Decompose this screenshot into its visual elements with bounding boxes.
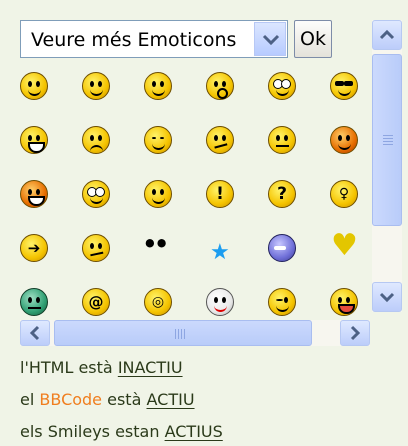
- bbcode-status: el BBCode està ACTIU: [20, 390, 195, 409]
- emoticon-panel: Veure més Emoticons Ok ! ? ♀ ➔ ꔷꔷ ★ ♥ @ …: [4, 2, 404, 348]
- emoticon-mad[interactable]: [20, 180, 48, 208]
- scroll-up-button[interactable]: [372, 20, 402, 50]
- ok-button[interactable]: Ok: [294, 20, 332, 58]
- emoticon-angry[interactable]: [82, 126, 110, 154]
- scroll-down-button[interactable]: [372, 282, 402, 312]
- horizontal-scrollbar[interactable]: [20, 320, 370, 346]
- scrollbar-corner: [372, 320, 402, 346]
- emoticon-arrow[interactable]: ➔: [20, 234, 48, 262]
- grip-icon: [383, 135, 393, 147]
- chevron-up-icon: [379, 29, 395, 40]
- bbcode-status-prefix: el: [20, 390, 35, 409]
- emoticon-heart[interactable]: ♥: [331, 231, 358, 261]
- chevron-left-icon: [29, 325, 40, 341]
- chevron-right-icon: [350, 325, 361, 341]
- smileys-status-link[interactable]: ACTIUS: [165, 422, 223, 441]
- emoticon-exclaim[interactable]: !: [206, 180, 234, 208]
- emoticon-cool[interactable]: [330, 72, 358, 100]
- grip-icon: [175, 329, 185, 339]
- emoticon-geek[interactable]: ꔷꔷ: [144, 232, 167, 256]
- emoticon-neutral[interactable]: [268, 126, 296, 154]
- emoticon-smile2[interactable]: [144, 180, 172, 208]
- emoticon-laugh[interactable]: [144, 72, 172, 100]
- smileys-status: els Smileys estan ACTIUS: [20, 422, 223, 441]
- html-status-prefix: l'HTML està: [20, 358, 113, 377]
- bbcode-name[interactable]: BBCode: [39, 390, 102, 409]
- emoticon-alien[interactable]: @: [82, 288, 110, 316]
- emoticon-select[interactable]: Veure més Emoticons: [20, 20, 288, 58]
- emoticon-idea[interactable]: ♀: [330, 180, 358, 208]
- emoticon-sad[interactable]: [82, 234, 110, 262]
- scroll-right-button[interactable]: [340, 320, 370, 346]
- smileys-status-prefix: els Smileys estan: [20, 422, 160, 441]
- emoticon-surprised[interactable]: [206, 72, 234, 100]
- emoticon-smile[interactable]: [82, 72, 110, 100]
- emoticon-biggrin[interactable]: [20, 126, 48, 154]
- emoticon-tongue[interactable]: [330, 288, 358, 316]
- emoticon-wink2[interactable]: [268, 288, 296, 316]
- dropdown-arrow-icon[interactable]: [254, 22, 286, 56]
- vertical-scrollbar[interactable]: [372, 20, 402, 312]
- html-status: l'HTML està INACTIU: [20, 358, 183, 377]
- emoticon-happy[interactable]: [144, 126, 172, 154]
- horizontal-scroll-thumb[interactable]: [54, 320, 312, 346]
- emoticon-select-value: Veure més Emoticons: [31, 29, 237, 51]
- html-status-link[interactable]: INACTIU: [118, 358, 183, 377]
- emoticon-wink[interactable]: ◎: [144, 288, 172, 316]
- vertical-scroll-thumb[interactable]: [372, 54, 402, 226]
- emoticon-confused[interactable]: [206, 126, 234, 154]
- emoticon-rolleyes[interactable]: [268, 72, 296, 100]
- emoticon-rolleyes2[interactable]: [82, 180, 110, 208]
- chevron-down-icon: [379, 292, 395, 303]
- emoticon-clown[interactable]: [206, 288, 234, 316]
- emoticon-star[interactable]: ★: [210, 242, 230, 264]
- emoticon-sick[interactable]: [20, 288, 48, 316]
- emoticon-question[interactable]: ?: [268, 180, 296, 208]
- emoticon-grin[interactable]: [20, 72, 48, 100]
- bbcode-status-suffix: està: [107, 390, 142, 409]
- emoticon-evil[interactable]: [330, 126, 358, 154]
- emoticon-ninja[interactable]: [268, 234, 296, 262]
- scroll-left-button[interactable]: [20, 320, 50, 346]
- bbcode-status-link[interactable]: ACTIU: [146, 390, 194, 409]
